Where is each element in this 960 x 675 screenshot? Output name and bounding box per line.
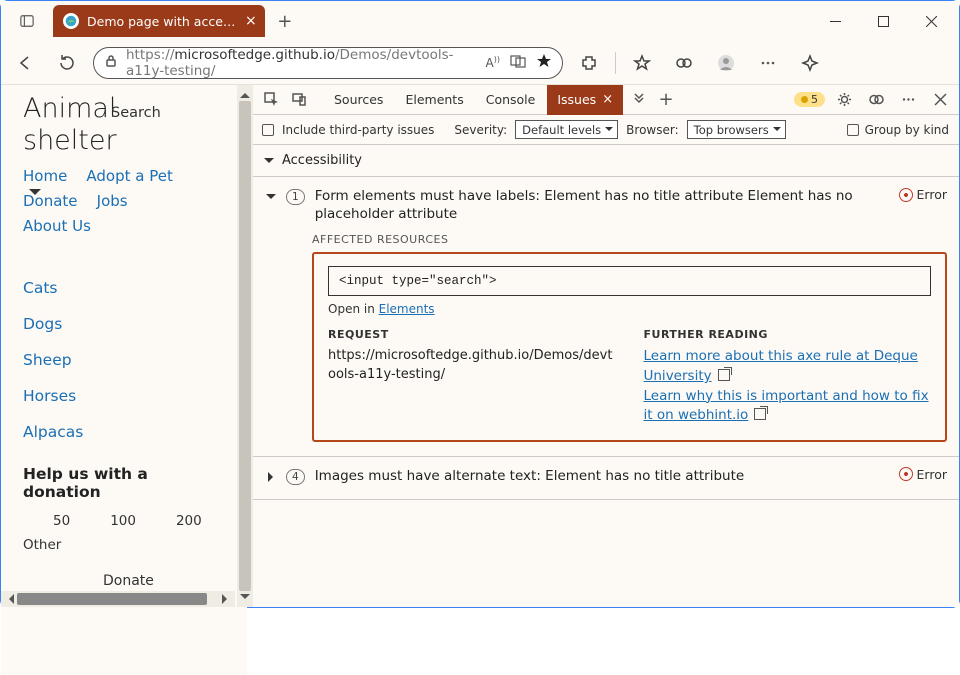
issues-filter-bar: Include third-party issues Severity: Def… (252, 115, 959, 145)
third-party-label: Include third-party issues (282, 123, 434, 137)
settings-icon[interactable] (831, 87, 857, 113)
issue-title: Images must have alternate text: Element… (315, 467, 889, 485)
issue-severity: Error (899, 187, 947, 202)
donation-heading: Help us with a donation (23, 465, 225, 501)
tab-close-icon[interactable]: × (602, 92, 613, 107)
tab-title: Demo page with accessibility iss (87, 14, 237, 29)
nav-cats[interactable]: Cats (23, 279, 225, 297)
page-vscrollbar[interactable] (237, 85, 253, 607)
window-maximize-button[interactable] (861, 6, 905, 36)
further-link-webhint[interactable]: Learn why this is important and how to f… (644, 388, 929, 424)
more-icon[interactable] (752, 47, 784, 79)
affected-resources-label: AFFECTED RESOURCES (312, 233, 947, 246)
new-tab-button[interactable]: + (271, 7, 299, 35)
issue-toggle-icon[interactable] (266, 194, 276, 204)
tab-sources[interactable]: Sources (324, 85, 393, 115)
device-icon[interactable] (286, 87, 312, 113)
favorites-icon[interactable] (626, 47, 658, 79)
tab-close-icon[interactable]: × (245, 13, 257, 29)
amount-200[interactable]: 200 (176, 513, 202, 529)
severity-label: Severity: (454, 123, 507, 137)
groupby-label: Group by kind (865, 123, 949, 137)
warning-badge[interactable]: 5 (794, 92, 825, 107)
amount-50[interactable]: 50 (53, 513, 70, 529)
issue-row: 4 Images must have alternate text: Eleme… (252, 457, 959, 500)
url-text: https://microsoftedge.github.io/Demos/de… (126, 47, 478, 79)
copilot-icon[interactable] (794, 47, 826, 79)
category-accessibility[interactable]: Accessibility (252, 145, 959, 177)
affected-resources-box: <input type="search"> Open in Elements R… (312, 252, 947, 441)
open-in: Open in Elements (328, 302, 931, 316)
severity-select[interactable]: Default levels (515, 120, 618, 139)
site-info-icon[interactable] (104, 54, 118, 72)
nav-sheep[interactable]: Sheep (23, 351, 225, 369)
groupby-checkbox[interactable] (847, 124, 859, 136)
nav-adopt[interactable]: Adopt a Pet (86, 167, 172, 185)
amount-other[interactable]: Other (23, 537, 225, 553)
back-button[interactable] (9, 47, 41, 79)
further-reading-label: FURTHER READING (644, 328, 932, 341)
secondary-nav: Cats Dogs Sheep Horses Alpacas (23, 279, 225, 441)
external-icon (754, 408, 766, 420)
search-label: Search (111, 105, 161, 121)
inspect-icon[interactable] (258, 87, 284, 113)
profile-icon[interactable] (710, 47, 742, 79)
amount-100[interactable]: 100 (110, 513, 136, 529)
nav-about[interactable]: About Us (23, 217, 91, 235)
refresh-button[interactable] (51, 47, 83, 79)
external-icon (718, 369, 730, 381)
extensions-icon[interactable] (573, 47, 605, 79)
tab-console[interactable]: Console (476, 85, 546, 115)
nav-alpacas[interactable]: Alpacas (23, 423, 225, 441)
nav-home[interactable]: Home (23, 167, 67, 185)
nav-horses[interactable]: Horses (23, 387, 225, 405)
primary-nav: Home Adopt a Pet Donate Jobs About Us (23, 166, 225, 241)
browser-tab[interactable]: Demo page with accessibility iss × (53, 5, 265, 37)
request-url: https://microsoftedge.github.io/Demos/de… (328, 347, 616, 383)
address-bar[interactable]: https://microsoftedge.github.io/Demos/de… (93, 47, 563, 79)
further-link-deque[interactable]: Learn more about this axe rule at Deque … (644, 348, 918, 384)
browser-toolbar: https://microsoftedge.github.io/Demos/de… (1, 41, 959, 85)
more-tabs-icon[interactable] (625, 87, 651, 113)
issue-count: 1 (286, 189, 305, 205)
translate-icon[interactable] (510, 53, 526, 73)
reader-mode-icon[interactable]: A)) (486, 55, 500, 70)
tab-favicon (63, 13, 79, 29)
resource-code[interactable]: <input type="search"> (328, 266, 931, 296)
devtools-tabbar: Sources Elements Console Issues× + 5 (252, 85, 959, 115)
issue-row: 1 Form elements must have labels: Elemen… (252, 177, 959, 457)
issue-severity: Error (899, 467, 947, 482)
favorite-icon[interactable] (536, 53, 552, 73)
browser-label: Browser: (626, 123, 678, 137)
devtools-panel: Sources Elements Console Issues× + 5 Inc… (251, 85, 959, 607)
tab-issues[interactable]: Issues× (547, 85, 623, 115)
page-viewport: Animalshelter Search Home Adopt a Pet Do… (1, 85, 247, 675)
request-label: REQUEST (328, 328, 616, 341)
issue-title: Form elements must have labels: Element … (315, 187, 889, 223)
nav-jobs[interactable]: Jobs (97, 192, 128, 210)
browser-select[interactable]: Top browsers (687, 120, 786, 139)
issue-count: 4 (286, 469, 305, 485)
donation-amounts: 50 100 200 (23, 513, 225, 529)
window-titlebar: Demo page with accessibility iss × + (1, 1, 959, 41)
donate-button[interactable]: Donate (23, 573, 225, 589)
issue-toggle-icon[interactable] (268, 472, 278, 482)
page-hscrollbar[interactable] (1, 591, 235, 607)
open-in-elements-link[interactable]: Elements (379, 302, 435, 316)
window-minimize-button[interactable] (813, 6, 857, 36)
devtools-more-icon[interactable] (895, 87, 921, 113)
devtools-close-icon[interactable] (927, 87, 953, 113)
third-party-checkbox[interactable] (262, 124, 274, 136)
window-close-button[interactable] (909, 6, 953, 36)
nav-dogs[interactable]: Dogs (23, 315, 225, 333)
expand-icon (264, 158, 274, 168)
collections-icon[interactable] (668, 47, 700, 79)
tab-actions-icon[interactable] (7, 14, 47, 28)
page-title: Animalshelter (23, 93, 225, 158)
new-tab-icon[interactable]: + (653, 87, 679, 113)
tab-elements[interactable]: Elements (395, 85, 473, 115)
feedback-icon[interactable] (863, 87, 889, 113)
